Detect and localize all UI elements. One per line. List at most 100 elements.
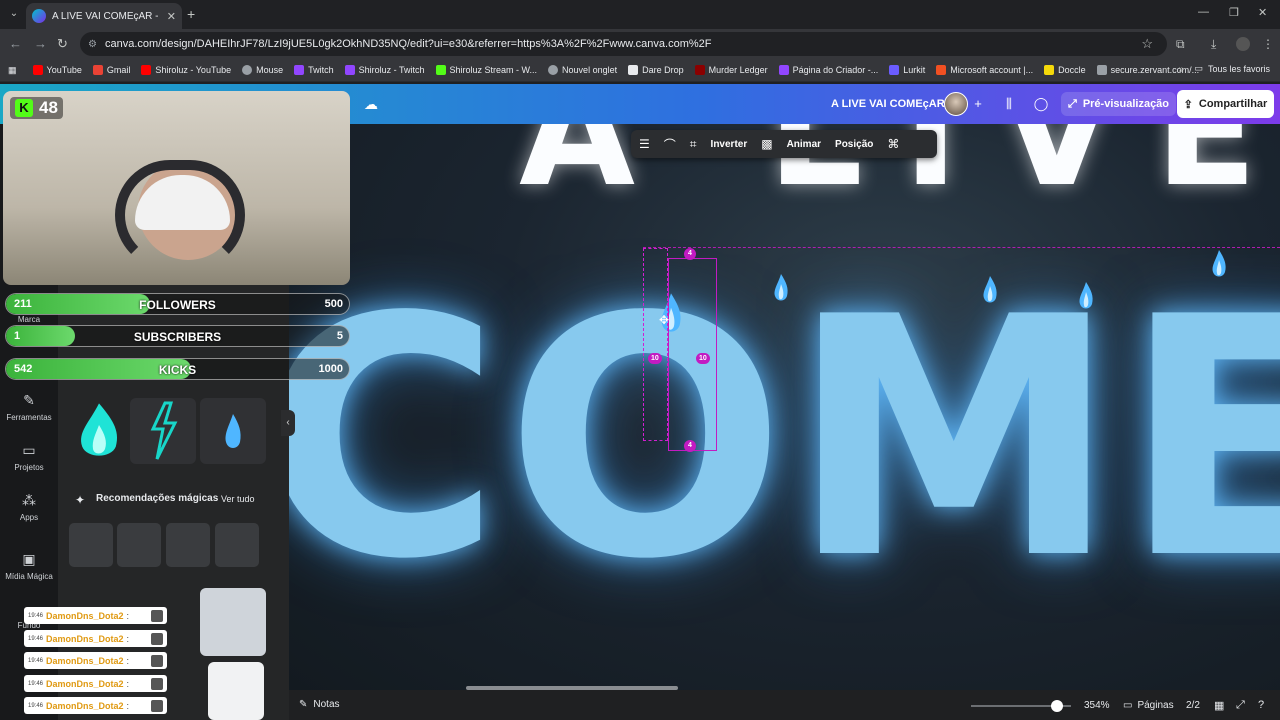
tab-search-icon[interactable]: ⌄ bbox=[6, 6, 22, 22]
background-tile[interactable] bbox=[200, 588, 266, 656]
bookmark-star-icon[interactable]: ☆ bbox=[1141, 36, 1153, 52]
help-icon[interactable]: ? bbox=[1258, 699, 1264, 711]
download-icon[interactable]: ⤓ bbox=[1211, 37, 1216, 52]
site-info-icon[interactable]: ⚙ bbox=[88, 39, 97, 50]
animate-button[interactable]: Animar bbox=[787, 139, 821, 150]
youtube-icon bbox=[32, 65, 43, 75]
murder-ledger-icon bbox=[694, 65, 705, 75]
design-title[interactable]: A LIVE VAI COMEçAR bbox=[831, 98, 945, 110]
fullscreen-icon[interactable]: ⤢ bbox=[1236, 699, 1245, 712]
canvas-main-text[interactable]: COMEC bbox=[289, 274, 1280, 604]
collaborator-avatar[interactable] bbox=[944, 92, 968, 116]
blue-flame-element[interactable] bbox=[1077, 282, 1095, 312]
profile-avatar[interactable] bbox=[1236, 37, 1250, 51]
chat-separator: : bbox=[126, 678, 130, 689]
element-tile[interactable] bbox=[66, 398, 132, 464]
bookmark[interactable]: Lurkit bbox=[889, 65, 925, 75]
bookmark[interactable]: Página do Criador -... bbox=[778, 65, 878, 75]
goal-label: KICKS bbox=[158, 363, 197, 377]
omnibox[interactable]: ⚙ canva.com/design/DAHEIhrJF78/LzI9jUE5L… bbox=[80, 32, 1167, 56]
flip-button[interactable]: Inverter bbox=[711, 139, 748, 150]
browser-tab-active[interactable]: A LIVE VAI COMEçAR - 1920 p ✕ bbox=[26, 3, 182, 29]
move-cursor-icon: ✥ bbox=[659, 313, 670, 327]
browser-tab-bar: ⌄ A LIVE VAI COMEçAR - 1920 p ✕ + — ❐ ✕ bbox=[0, 0, 1280, 29]
zoom-slider-thumb[interactable] bbox=[1051, 700, 1063, 712]
crop-icon[interactable]: ⌗ bbox=[690, 137, 697, 152]
background-tile[interactable] bbox=[208, 662, 264, 720]
chat-user: DamonDns_Dota2 bbox=[46, 655, 124, 666]
bookmark[interactable]: Shiroluz Stream - W... bbox=[435, 65, 537, 75]
goal-bar: 1 SUBSCRIBERS 5 bbox=[5, 325, 350, 347]
close-tab-icon[interactable]: ✕ bbox=[167, 10, 176, 23]
bookmark[interactable]: Twitch bbox=[294, 65, 334, 75]
add-collaborator-icon[interactable]: + bbox=[966, 92, 990, 116]
preview-button[interactable]: ⤢ Pré-visualização bbox=[1061, 92, 1177, 116]
bookmark[interactable]: Microsoft account |... bbox=[936, 65, 1033, 75]
notes-button[interactable]: ✎ Notas bbox=[299, 699, 340, 710]
restore-icon[interactable]: ❐ bbox=[1229, 6, 1239, 19]
insights-chart-icon[interactable]: ⫼ bbox=[997, 92, 1021, 116]
magic-tile-green-flame[interactable] bbox=[69, 523, 113, 567]
forward-icon[interactable]: → bbox=[34, 36, 47, 51]
rail-item-projects[interactable]: ▭ Projetos bbox=[0, 442, 58, 472]
blue-flame-element[interactable] bbox=[981, 276, 999, 306]
collapse-panel-icon[interactable]: ‹ bbox=[281, 410, 295, 436]
magic-tile-pink-flame[interactable] bbox=[215, 523, 259, 567]
magic-tile-blank[interactable] bbox=[166, 523, 210, 567]
webcam-headphones bbox=[115, 160, 245, 270]
bookmark[interactable]: Nouvel onglet bbox=[548, 65, 617, 75]
rail-item-magic-media[interactable]: ▣ Mídia Mágica bbox=[0, 551, 58, 581]
blue-flame-element[interactable] bbox=[772, 274, 790, 304]
reload-icon[interactable]: ↻ bbox=[57, 36, 68, 52]
viewer-count: 48 bbox=[39, 98, 58, 117]
rail-item-tools[interactable]: ✎ Ferramentas bbox=[0, 392, 58, 422]
rail-item-apps[interactable]: ⁂ Apps bbox=[0, 492, 58, 522]
zoom-level[interactable]: 354% bbox=[1084, 700, 1110, 711]
comment-icon[interactable]: ◯ bbox=[1029, 92, 1053, 116]
bookmark[interactable]: Gmail bbox=[92, 65, 131, 75]
share-button[interactable]: ⇪ Compartilhar bbox=[1177, 90, 1274, 118]
design-canvas[interactable]: A LIVE V COMEC bbox=[289, 124, 1280, 690]
twitch-icon bbox=[294, 65, 305, 75]
share-label: Compartilhar bbox=[1198, 98, 1268, 110]
alignment-guide bbox=[643, 247, 1280, 248]
grid-view-icon[interactable]: ▦ bbox=[1214, 699, 1224, 712]
new-tab-icon[interactable]: + bbox=[187, 6, 195, 22]
bookmark[interactable]: Shiroluz - YouTube bbox=[141, 65, 231, 75]
pages-button[interactable]: ▭ Páginas bbox=[1123, 700, 1174, 711]
all-bookmarks[interactable]: ▭ Tous les favoris bbox=[1194, 63, 1270, 74]
page-count: 2/2 bbox=[1186, 700, 1200, 711]
bookmark[interactable]: Murder Ledger bbox=[694, 65, 768, 75]
apps-grid-icon[interactable]: ▦ bbox=[8, 65, 17, 76]
menu-icon[interactable]: ☰ bbox=[639, 137, 650, 151]
bookmarks-bar: ▦ YouTube Gmail Shiroluz - YouTube Mouse… bbox=[0, 59, 1280, 82]
bookmark-label: Gmail bbox=[106, 65, 131, 75]
cloud-save-icon[interactable]: ☁ bbox=[364, 96, 378, 113]
minimize-icon[interactable]: — bbox=[1198, 6, 1209, 18]
element-tile[interactable] bbox=[200, 398, 266, 464]
horizontal-scrollbar[interactable] bbox=[466, 686, 678, 690]
bookmark[interactable]: YouTube bbox=[32, 65, 82, 75]
see-all-link[interactable]: Ver tudo bbox=[221, 494, 255, 504]
bookmark[interactable]: Dare Drop bbox=[628, 65, 684, 75]
selection-box[interactable] bbox=[668, 258, 717, 451]
extensions-icon[interactable]: ⧉ bbox=[1176, 37, 1185, 52]
paint-format-icon[interactable]: ⌘ bbox=[887, 137, 899, 151]
position-button[interactable]: Posição bbox=[835, 139, 873, 150]
more-bookmarks-icon[interactable]: » bbox=[1178, 64, 1184, 75]
element-tile[interactable] bbox=[130, 398, 196, 464]
bookmark[interactable]: Doccle bbox=[1044, 65, 1086, 75]
back-icon[interactable]: ← bbox=[9, 36, 22, 51]
magic-tile-fire-burst[interactable] bbox=[117, 523, 161, 567]
bookmark[interactable]: Mouse bbox=[242, 65, 283, 75]
bookmark[interactable]: Shiroluz - Twitch bbox=[344, 65, 425, 75]
close-window-icon[interactable]: ✕ bbox=[1258, 6, 1267, 19]
blue-flame-element[interactable] bbox=[1210, 250, 1228, 280]
apps-icon: ⁂ bbox=[22, 492, 36, 508]
transparency-icon[interactable]: ▩ bbox=[761, 137, 772, 151]
curve-icon[interactable]: ⌒ bbox=[664, 136, 676, 153]
address-toolbar: ← → ↻ ⚙ canva.com/design/DAHEIhrJF78/LzI… bbox=[0, 29, 1280, 59]
browser-menu-icon[interactable]: ⋮ bbox=[1262, 37, 1274, 51]
chat-message: 19:46 DamonDns_Dota2: bbox=[24, 697, 167, 714]
bookmark-label: Dare Drop bbox=[642, 65, 684, 75]
